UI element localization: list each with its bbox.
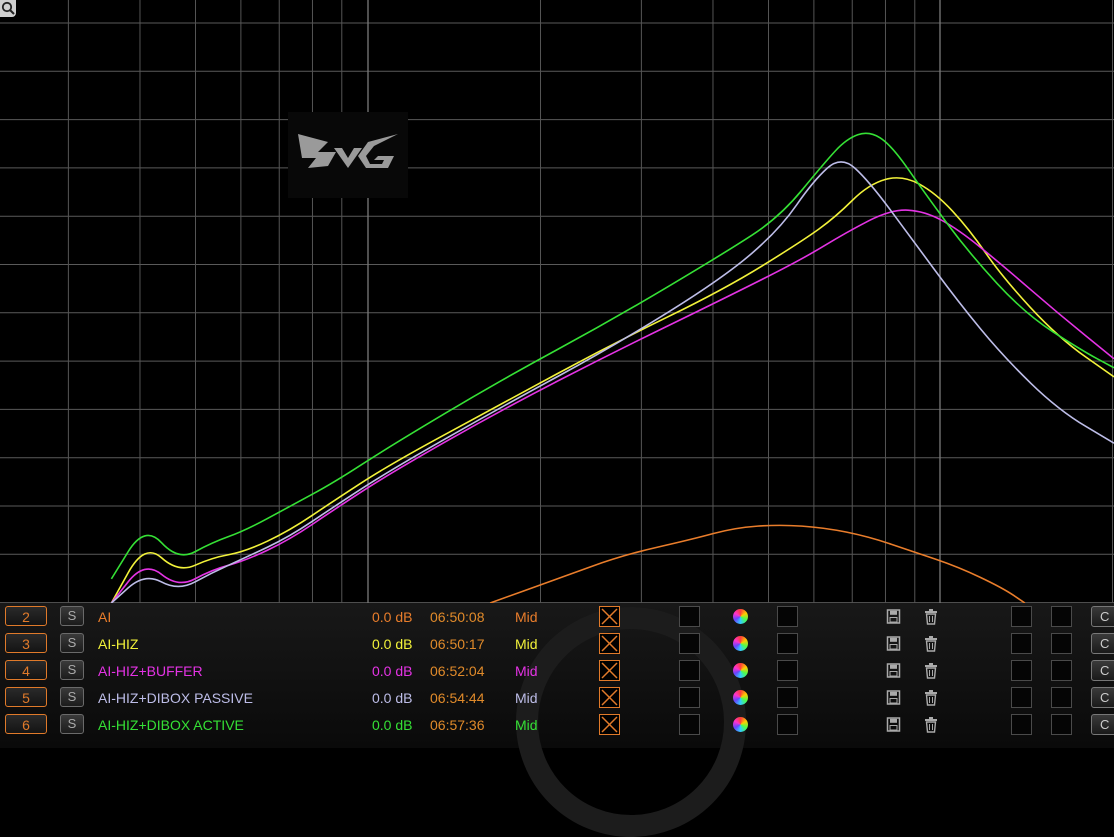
hide-trace-checkbox[interactable] — [599, 633, 620, 654]
row-action-button[interactable]: C — [1091, 687, 1114, 708]
offset-checkbox[interactable] — [777, 633, 798, 654]
trace-level[interactable]: 0.0 dB — [372, 690, 412, 706]
trace-level[interactable]: 0.0 dB — [372, 609, 412, 625]
trace-timestamp: 06:50:08 — [430, 609, 485, 625]
row-action-button[interactable]: C — [1091, 660, 1114, 681]
offset-checkbox[interactable] — [777, 660, 798, 681]
trace-list-panel: 2 S AI 0.0 dB 06:50:08 Mid C 3 S AI-HIZ … — [0, 603, 1114, 837]
trace-row-3[interactable]: 3 S AI-HIZ 0.0 dB 06:50:17 Mid C — [0, 631, 1114, 658]
solo-button[interactable]: S — [60, 606, 84, 626]
export-checkbox[interactable] — [1011, 714, 1032, 735]
trace-timestamp: 06:54:44 — [430, 690, 485, 706]
trace-row-5[interactable]: 5 S AI-HIZ+DIBOX PASSIVE 0.0 dB 06:54:44… — [0, 685, 1114, 712]
trace-level[interactable]: 0.0 dB — [372, 717, 412, 733]
magnifier-icon — [1, 1, 15, 15]
offset-checkbox[interactable] — [777, 687, 798, 708]
trace-timestamp: 06:57:36 — [430, 717, 485, 733]
lock-checkbox[interactable] — [679, 714, 700, 735]
offset-checkbox[interactable] — [777, 714, 798, 735]
solo-button[interactable]: S — [60, 714, 84, 734]
trace-number-button[interactable]: 3 — [5, 633, 47, 653]
close-icon — [601, 662, 618, 679]
solo-button[interactable]: S — [60, 687, 84, 707]
trace-timestamp: 06:52:04 — [430, 663, 485, 679]
smoothing-selector[interactable]: Mid — [515, 690, 538, 706]
trace-level[interactable]: 0.0 dB — [372, 636, 412, 652]
color-wheel-icon[interactable] — [733, 690, 748, 705]
trace-row-2[interactable]: 2 S AI 0.0 dB 06:50:08 Mid C — [0, 604, 1114, 631]
solo-button[interactable]: S — [60, 633, 84, 653]
lock-checkbox[interactable] — [679, 606, 700, 627]
color-wheel-icon[interactable] — [733, 609, 748, 624]
compare-checkbox[interactable] — [1051, 714, 1072, 735]
close-icon — [601, 689, 618, 706]
compare-checkbox[interactable] — [1051, 660, 1072, 681]
trash-icon[interactable] — [923, 635, 939, 653]
export-checkbox[interactable] — [1011, 660, 1032, 681]
trace-name[interactable]: AI-HIZ — [98, 636, 138, 652]
hide-trace-checkbox[interactable] — [599, 660, 620, 681]
solo-button[interactable]: S — [60, 660, 84, 680]
trash-icon[interactable] — [923, 608, 939, 626]
hide-trace-checkbox[interactable] — [599, 606, 620, 627]
smoothing-selector[interactable]: Mid — [515, 636, 538, 652]
trash-icon[interactable] — [923, 716, 939, 734]
trash-icon[interactable] — [923, 662, 939, 680]
smoothing-selector[interactable]: Mid — [515, 717, 538, 733]
lock-checkbox[interactable] — [679, 687, 700, 708]
trace-name[interactable]: AI — [98, 609, 111, 625]
trace-row-6[interactable]: 6 S AI-HIZ+DIBOX ACTIVE 0.0 dB 06:57:36 … — [0, 712, 1114, 739]
trace-number-button[interactable]: 4 — [5, 660, 47, 680]
compare-checkbox[interactable] — [1051, 633, 1072, 654]
row-action-button[interactable]: C — [1091, 633, 1114, 654]
trace-timestamp: 06:50:17 — [430, 636, 485, 652]
trace-name[interactable]: AI-HIZ+BUFFER — [98, 663, 203, 679]
export-checkbox[interactable] — [1011, 687, 1032, 708]
row-action-button[interactable]: C — [1091, 606, 1114, 627]
trace-number-button[interactable]: 5 — [5, 687, 47, 707]
smoothing-selector[interactable]: Mid — [515, 663, 538, 679]
smoothing-selector[interactable]: Mid — [515, 609, 538, 625]
save-icon[interactable] — [886, 635, 902, 653]
save-icon[interactable] — [886, 662, 902, 680]
trace-row-4[interactable]: 4 S AI-HIZ+BUFFER 0.0 dB 06:52:04 Mid C — [0, 658, 1114, 685]
trace-name[interactable]: AI-HIZ+DIBOX PASSIVE — [98, 690, 253, 706]
response-graph[interactable] — [0, 0, 1114, 603]
brand-logo — [288, 112, 408, 198]
trash-icon[interactable] — [923, 689, 939, 707]
color-wheel-icon[interactable] — [733, 663, 748, 678]
save-icon[interactable] — [886, 608, 902, 626]
trace-number-button[interactable]: 2 — [5, 606, 47, 626]
trace-number-button[interactable]: 6 — [5, 714, 47, 734]
lock-checkbox[interactable] — [679, 633, 700, 654]
close-icon — [601, 716, 618, 733]
brand-logo-icon — [298, 134, 398, 168]
close-icon — [601, 608, 618, 625]
trace-name[interactable]: AI-HIZ+DIBOX ACTIVE — [98, 717, 244, 733]
save-icon[interactable] — [886, 716, 902, 734]
offset-checkbox[interactable] — [777, 606, 798, 627]
hide-trace-checkbox[interactable] — [599, 687, 620, 708]
color-wheel-icon[interactable] — [733, 636, 748, 651]
color-wheel-icon[interactable] — [733, 717, 748, 732]
zoom-button[interactable] — [0, 0, 16, 17]
plot-background — [0, 0, 1114, 603]
row-action-button[interactable]: C — [1091, 714, 1114, 735]
lock-checkbox[interactable] — [679, 660, 700, 681]
compare-checkbox[interactable] — [1051, 687, 1072, 708]
save-icon[interactable] — [886, 689, 902, 707]
compare-checkbox[interactable] — [1051, 606, 1072, 627]
hide-trace-checkbox[interactable] — [599, 714, 620, 735]
export-checkbox[interactable] — [1011, 633, 1032, 654]
close-icon — [601, 635, 618, 652]
frequency-response-plot[interactable] — [0, 0, 1114, 603]
trace-level[interactable]: 0.0 dB — [372, 663, 412, 679]
export-checkbox[interactable] — [1011, 606, 1032, 627]
